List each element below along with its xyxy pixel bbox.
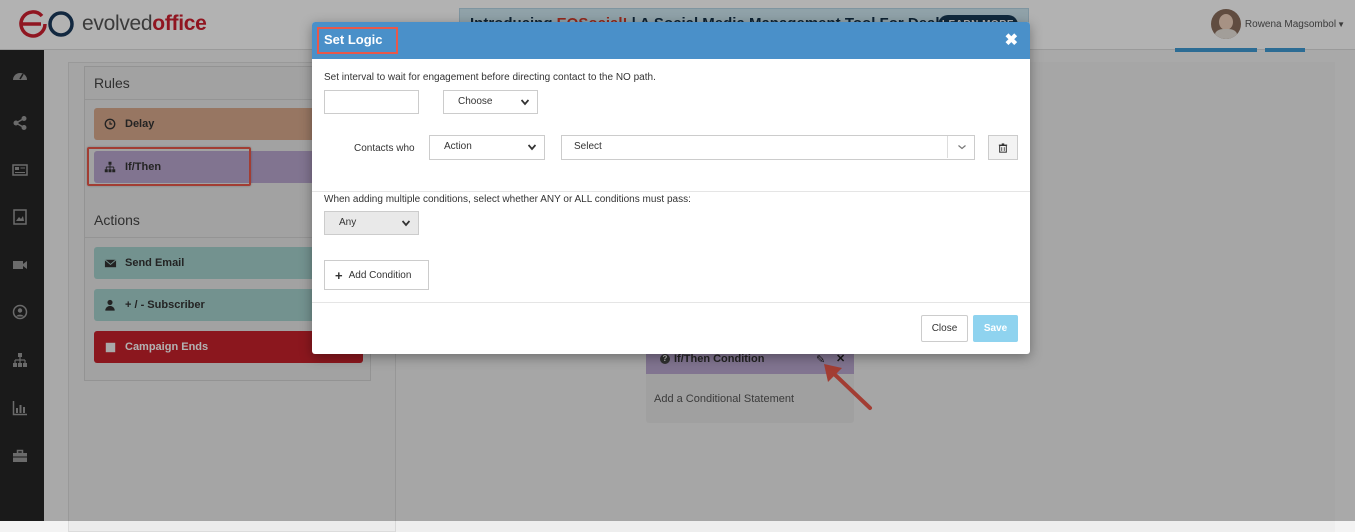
condition-value-select[interactable]: Select: [561, 135, 975, 160]
interval-unit-select[interactable]: Choose: [443, 90, 538, 114]
contacts-who-label: Contacts who: [354, 143, 415, 154]
interval-unit-value: Choose: [458, 96, 493, 107]
close-icon[interactable]: ✖: [1005, 30, 1018, 50]
close-button[interactable]: Close: [921, 315, 968, 342]
chevron-down-icon: [402, 220, 410, 227]
plus-icon: +: [335, 267, 343, 283]
modal-header: Set Logic ✖: [312, 22, 1030, 59]
condition-value-text: Select: [574, 141, 602, 152]
save-button[interactable]: Save: [973, 315, 1018, 342]
any-all-select[interactable]: Any: [324, 211, 419, 235]
delete-condition-button[interactable]: [988, 135, 1018, 160]
action-select[interactable]: Action: [429, 135, 545, 160]
chevron-down-icon: [958, 145, 966, 150]
interval-label: Set interval to wait for engagement befo…: [324, 72, 656, 83]
chevron-down-icon: [528, 144, 536, 151]
interval-input[interactable]: [324, 90, 419, 114]
trash-icon: [998, 142, 1008, 153]
chevron-down-icon: [521, 99, 529, 106]
multi-condition-label: When adding multiple conditions, select …: [324, 194, 691, 205]
set-logic-modal: Set Logic ✖ Set interval to wait for eng…: [312, 22, 1030, 354]
action-select-value: Action: [444, 141, 472, 152]
title-highlight: [317, 27, 398, 54]
add-condition-button[interactable]: + Add Condition: [324, 260, 429, 290]
divider: [312, 191, 1030, 192]
any-all-value: Any: [339, 217, 357, 228]
divider: [312, 302, 1030, 303]
add-condition-label: Add Condition: [348, 269, 412, 281]
